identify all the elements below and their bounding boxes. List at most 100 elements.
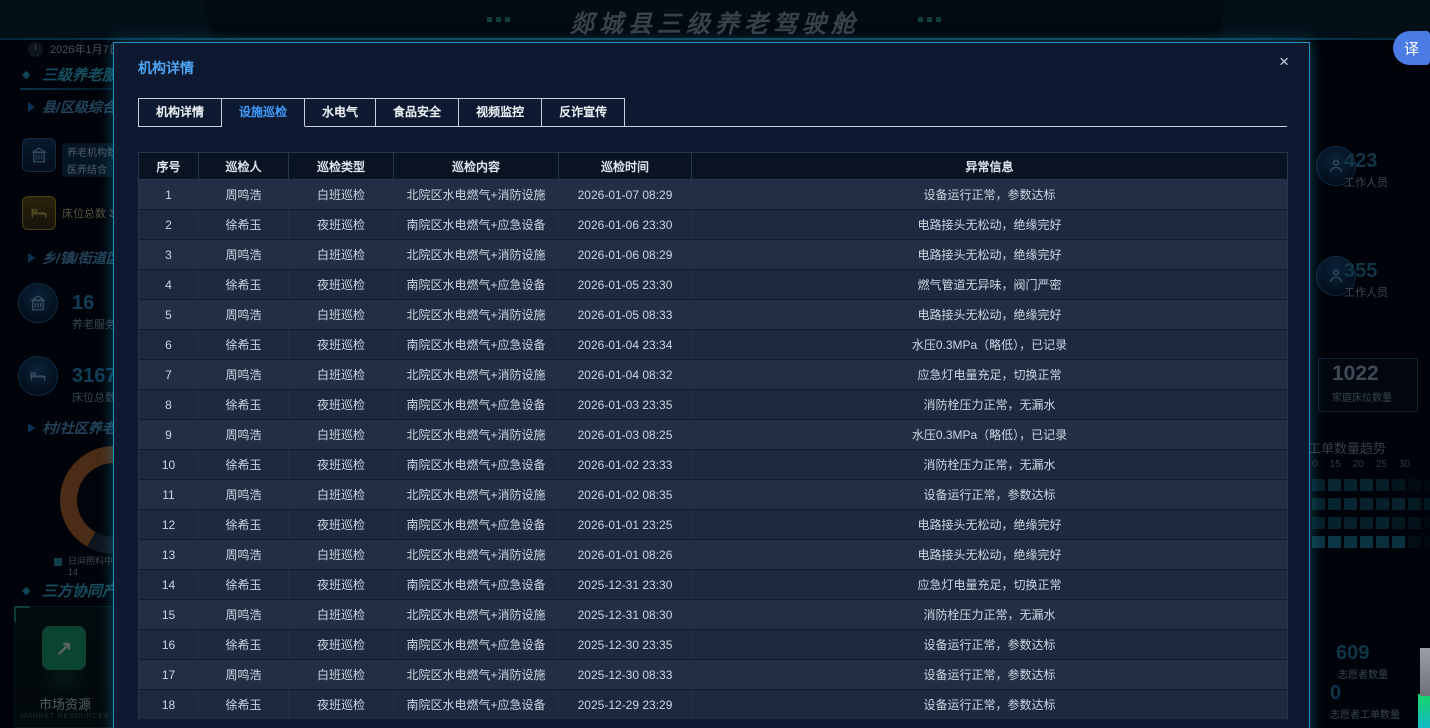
table-cell: 徐希玉 [199,330,289,359]
table-cell: 2 [139,210,199,239]
table-cell: 3 [139,240,199,269]
table-cell: 周鸣浩 [199,660,289,689]
tabs: 机构详情设施巡检水电气食品安全视频监控反诈宣传 [138,98,625,127]
table-cell: 15 [139,600,199,629]
institution-detail-modal: 机构详情 × 机构详情设施巡检水电气食品安全视频监控反诈宣传 序号巡检人巡检类型… [113,42,1310,728]
table-row[interactable]: 13周鸣浩白班巡检北院区水电燃气+消防设施2026-01-01 08:26电路接… [139,540,1287,570]
table-cell: 2026-01-03 23:35 [559,390,692,419]
column-header: 序号 [139,153,199,179]
table-cell: 夜班巡检 [289,510,394,539]
table-cell: 设备运行正常，参数达标 [692,180,1287,209]
table-cell: 南院区水电燃气+应急设备 [394,390,559,419]
table-cell: 北院区水电燃气+消防设施 [394,300,559,329]
table-row[interactable]: 5周鸣浩白班巡检北院区水电燃气+消防设施2026-01-05 08:33电路接头… [139,300,1287,330]
table-row[interactable]: 6徐希玉夜班巡检南院区水电燃气+应急设备2026-01-04 23:34水压0.… [139,330,1287,360]
table-row[interactable]: 15周鸣浩白班巡检北院区水电燃气+消防设施2025-12-31 08:30消防栓… [139,600,1287,630]
table-row[interactable]: 17周鸣浩白班巡检北院区水电燃气+消防设施2025-12-30 08:33设备运… [139,660,1287,690]
table-cell: 消防栓压力正常，无漏水 [692,600,1287,629]
table-cell: 夜班巡检 [289,210,394,239]
table-cell: 设备运行正常，参数达标 [692,690,1287,719]
table-cell: 周鸣浩 [199,540,289,569]
table-cell: 6 [139,330,199,359]
table-header-row: 序号巡检人巡检类型巡检内容巡检时间异常信息 [138,152,1288,180]
tab-video-monitor[interactable]: 视频监控 [459,98,542,127]
table-cell: 徐希玉 [199,690,289,719]
table-cell: 18 [139,690,199,719]
table-cell: 应急灯电量充足，切换正常 [692,360,1287,389]
column-header: 巡检时间 [559,153,692,179]
table-cell: 12 [139,510,199,539]
table-row[interactable]: 18徐希玉夜班巡检南院区水电燃气+应急设备2025-12-29 23:29设备运… [139,690,1287,720]
table-cell: 5 [139,300,199,329]
table-row[interactable]: 2徐希玉夜班巡检南院区水电燃气+应急设备2026-01-06 23:30电路接头… [139,210,1287,240]
table-cell: 2026-01-06 08:29 [559,240,692,269]
table-cell: 14 [139,570,199,599]
table-cell: 南院区水电燃气+应急设备 [394,690,559,719]
table-cell: 北院区水电燃气+消防设施 [394,600,559,629]
column-header: 巡检人 [199,153,289,179]
table-cell: 北院区水电燃气+消防设施 [394,360,559,389]
table-cell: 消防栓压力正常，无漏水 [692,390,1287,419]
table-cell: 2026-01-04 08:32 [559,360,692,389]
scrollbar-bottom-accent [1418,694,1430,728]
table-cell: 16 [139,630,199,659]
table-cell: 2025-12-31 23:30 [559,570,692,599]
modal-title: 机构详情 [138,58,194,78]
table-cell: 周鸣浩 [199,600,289,629]
table-row[interactable]: 3周鸣浩白班巡检北院区水电燃气+消防设施2026-01-06 08:29电路接头… [139,240,1287,270]
table-cell: 南院区水电燃气+应急设备 [394,210,559,239]
table-cell: 南院区水电燃气+应急设备 [394,630,559,659]
tab-facility-inspection[interactable]: 设施巡检 [222,98,305,127]
tab-food-safety[interactable]: 食品安全 [376,98,459,127]
table-row[interactable]: 7周鸣浩白班巡检北院区水电燃气+消防设施2026-01-04 08:32应急灯电… [139,360,1287,390]
table-cell: 2026-01-03 08:25 [559,420,692,449]
table-cell: 2025-12-29 23:29 [559,690,692,719]
table-row[interactable]: 9周鸣浩白班巡检北院区水电燃气+消防设施2026-01-03 08:25水压0.… [139,420,1287,450]
tab-anti-fraud[interactable]: 反诈宣传 [542,98,625,127]
table-cell: 设备运行正常，参数达标 [692,630,1287,659]
table-cell: 北院区水电燃气+消防设施 [394,480,559,509]
table-cell: 2026-01-01 08:26 [559,540,692,569]
table-cell: 徐希玉 [199,450,289,479]
table-cell: 水压0.3MPa（略低），已记录 [692,420,1287,449]
table-cell: 夜班巡检 [289,630,394,659]
table-cell: 北院区水电燃气+消防设施 [394,180,559,209]
table-row[interactable]: 11周鸣浩白班巡检北院区水电燃气+消防设施2026-01-02 08:35设备运… [139,480,1287,510]
table-cell: 南院区水电燃气+应急设备 [394,330,559,359]
table-cell: 夜班巡检 [289,270,394,299]
table-row[interactable]: 4徐希玉夜班巡检南院区水电燃气+应急设备2026-01-05 23:30燃气管道… [139,270,1287,300]
table-cell: 11 [139,480,199,509]
table-cell: 2026-01-05 08:33 [559,300,692,329]
table-cell: 周鸣浩 [199,300,289,329]
table-cell: 2025-12-30 08:33 [559,660,692,689]
tab-utilities[interactable]: 水电气 [305,98,376,127]
tab-institution-detail[interactable]: 机构详情 [138,98,222,127]
table-cell: 北院区水电燃气+消防设施 [394,420,559,449]
table-cell: 徐希玉 [199,510,289,539]
table-cell: 2026-01-04 23:34 [559,330,692,359]
table-cell: 消防栓压力正常，无漏水 [692,450,1287,479]
table-cell: 徐希玉 [199,270,289,299]
table-cell: 电路接头无松动，绝缘完好 [692,510,1287,539]
table-cell: 2026-01-01 23:25 [559,510,692,539]
table-row[interactable]: 16徐希玉夜班巡检南院区水电燃气+应急设备2025-12-30 23:35设备运… [139,630,1287,660]
table-row[interactable]: 14徐希玉夜班巡检南院区水电燃气+应急设备2025-12-31 23:30应急灯… [139,570,1287,600]
table-cell: 白班巡检 [289,240,394,269]
table-cell: 白班巡检 [289,480,394,509]
close-icon[interactable]: × [1279,52,1289,72]
scrollbar-thumb[interactable] [1420,648,1430,696]
table-cell: 北院区水电燃气+消防设施 [394,660,559,689]
table-cell: 4 [139,270,199,299]
table-cell: 17 [139,660,199,689]
table-cell: 周鸣浩 [199,480,289,509]
table-row[interactable]: 10徐希玉夜班巡检南院区水电燃气+应急设备2026-01-02 23:33消防栓… [139,450,1287,480]
table-cell: 2026-01-07 08:29 [559,180,692,209]
translate-button[interactable]: 译 [1393,31,1430,65]
table-cell: 夜班巡检 [289,570,394,599]
inspection-table: 序号巡检人巡检类型巡检内容巡检时间异常信息 1周鸣浩白班巡检北院区水电燃气+消防… [138,152,1288,720]
table-row[interactable]: 12徐希玉夜班巡检南院区水电燃气+应急设备2026-01-01 23:25电路接… [139,510,1287,540]
table-cell: 南院区水电燃气+应急设备 [394,270,559,299]
table-row[interactable]: 1周鸣浩白班巡检北院区水电燃气+消防设施2026-01-07 08:29设备运行… [139,180,1287,210]
table-row[interactable]: 8徐希玉夜班巡检南院区水电燃气+应急设备2026-01-03 23:35消防栓压… [139,390,1287,420]
table-cell: 7 [139,360,199,389]
